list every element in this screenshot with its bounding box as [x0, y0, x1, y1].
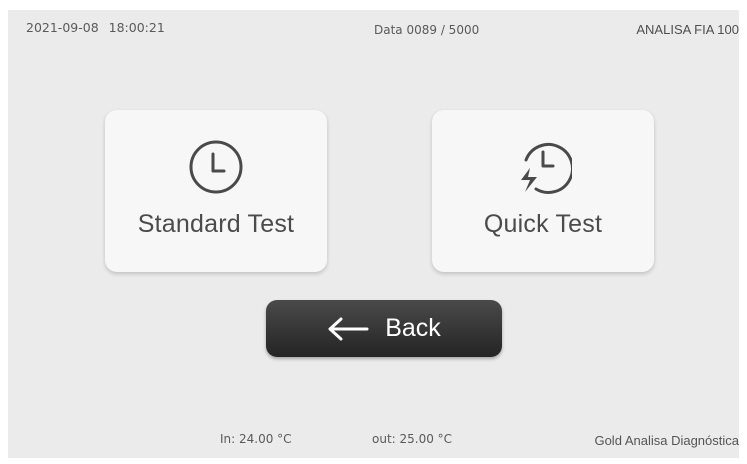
back-label: Back — [385, 314, 441, 342]
quick-clock-icon — [521, 142, 572, 194]
back-button[interactable]: Back — [266, 300, 502, 357]
brand-name: Gold Analisa Diagnóstica — [594, 433, 739, 448]
clock-icon — [189, 140, 243, 194]
standard-test-button[interactable]: Standard Test — [105, 110, 327, 272]
standard-test-label: Standard Test — [137, 210, 295, 238]
temperature-out: out: 25.00 °C — [372, 432, 453, 446]
record-counter: Data 0089 / 5000 — [374, 23, 480, 37]
device-name: ANALISA FIA 100 — [636, 22, 739, 37]
arrow-left-icon — [328, 317, 369, 340]
date-text: 2021-09-08 — [26, 20, 99, 35]
quick-test-button[interactable]: Quick Test — [432, 110, 654, 272]
quick-test-label: Quick Test — [483, 210, 603, 238]
footer-bar: In: 24.00 °C out: 25.00 °C Gold Analisa … — [8, 430, 739, 452]
temperature-in: In: 24.00 °C — [220, 432, 292, 446]
time-text: 18:00:21 — [108, 20, 165, 35]
status-bar: 2021-09-08 18:00:21 Data 0089 / 5000 ANAL… — [8, 10, 739, 50]
main-screen: 2021-09-08 18:00:21 Data 0089 / 5000 ANAL… — [8, 10, 739, 458]
datetime: 2021-09-08 18:00:21 — [26, 20, 165, 35]
